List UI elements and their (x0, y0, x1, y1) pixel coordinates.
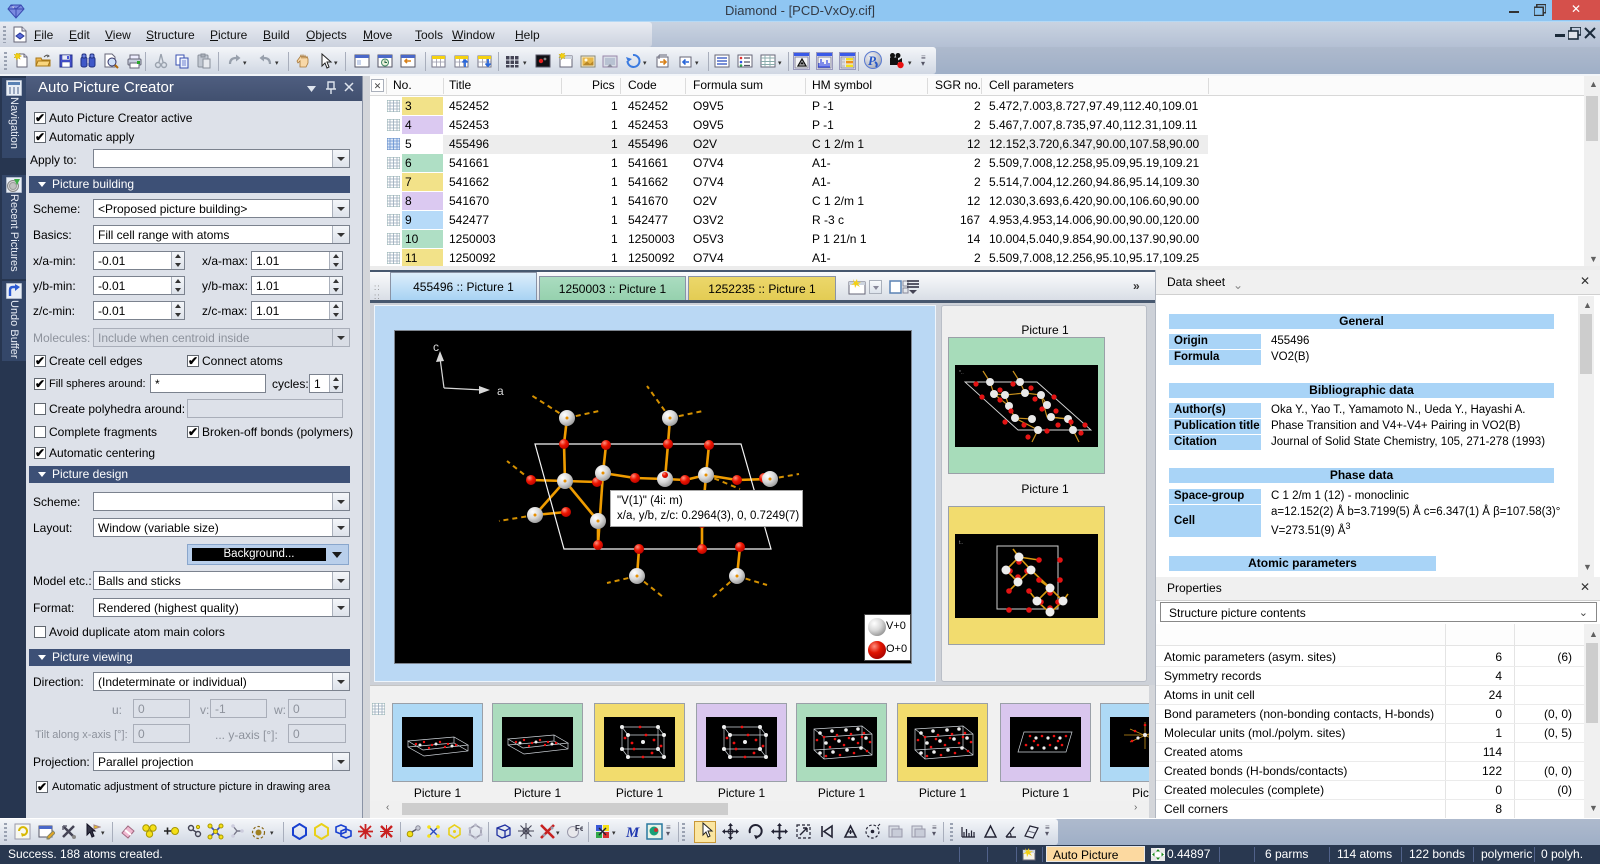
svg-text:a: a (497, 384, 504, 398)
svg-text:M: M (625, 825, 640, 840)
svg-text:*..: *.. (959, 370, 964, 376)
svg-text:Fe: Fe (575, 824, 583, 833)
svg-text:c: c (433, 340, 439, 354)
svg-text:t..: t.. (959, 540, 963, 546)
